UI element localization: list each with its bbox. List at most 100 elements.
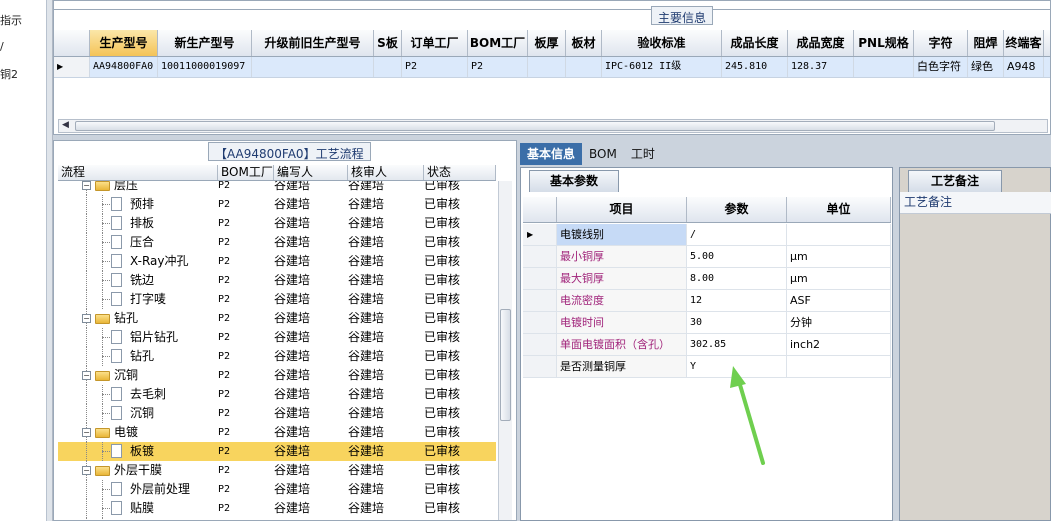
tab-bom[interactable]: BOM — [582, 143, 624, 165]
tab-work-hours[interactable]: 工时 — [624, 143, 662, 165]
main-grid-row[interactable]: ▶ AA94800FA0 10011000019097 P2 P2 IPC-6012 II… — [54, 57, 1050, 78]
collapse-icon[interactable]: − — [82, 466, 91, 475]
col-item[interactable]: 项目 — [557, 197, 687, 222]
process-row[interactable]: 压合 P2 谷建培 谷建培 已审核 — [58, 233, 496, 252]
process-row[interactable]: − 外层干膜 P2 谷建培 谷建培 已审核 — [58, 461, 496, 480]
params-row[interactable]: 是否测量铜厚 Y — [523, 356, 891, 378]
process-row[interactable]: − 电镀 P2 谷建培 谷建培 已审核 — [58, 423, 496, 442]
main-cell-12[interactable]: 白色字符 — [914, 57, 968, 77]
process-row[interactable]: 去毛刺 P2 谷建培 谷建培 已审核 — [58, 385, 496, 404]
scroll-left-icon[interactable]: ◀ — [62, 120, 69, 130]
param-unit: μm — [787, 268, 891, 289]
main-col-7[interactable]: 板材 — [566, 30, 602, 56]
process-writer-cell: 谷建培 — [274, 406, 311, 420]
main-col-13[interactable]: 阻焊 — [968, 30, 1004, 56]
process-flow-cell: 铝片钻孔 — [58, 328, 218, 347]
main-col-14[interactable]: 终端客 — [1004, 30, 1044, 56]
param-value[interactable]: 30 — [687, 312, 787, 333]
main-col-6[interactable]: 板厚 — [528, 30, 566, 56]
param-value[interactable]: 12 — [687, 290, 787, 311]
main-cell-4[interactable]: P2 — [402, 57, 468, 77]
main-col-9[interactable]: 成品长度 — [722, 30, 788, 56]
process-reviewer-cell: 谷建培 — [348, 292, 385, 306]
main-cell-5[interactable]: P2 — [468, 57, 528, 77]
process-reviewer-cell: 谷建培 — [348, 197, 385, 211]
col-flow[interactable]: 流程 — [58, 165, 218, 180]
params-row[interactable]: 单面电镀面积（含孔） 302.85 inch2 — [523, 334, 891, 356]
param-value[interactable]: Y — [687, 356, 787, 377]
main-cell-7[interactable] — [566, 57, 602, 77]
process-row[interactable]: X-Ray冲孔 P2 谷建培 谷建培 已审核 — [58, 252, 496, 271]
param-value[interactable]: / — [687, 224, 787, 245]
scroll-thumb[interactable] — [75, 121, 995, 131]
main-col-1[interactable]: 新生产型号 — [158, 30, 252, 56]
main-cell-0[interactable]: AA94800FA0 — [90, 57, 158, 77]
col-unit[interactable]: 单位 — [787, 197, 891, 222]
tab-basic-info[interactable]: 基本信息 — [520, 143, 583, 165]
col-writer[interactable]: 编写人 — [274, 165, 348, 180]
main-cell-13[interactable]: 绿色 — [968, 57, 1004, 77]
process-row[interactable]: 贴膜 P2 谷建培 谷建培 已审核 — [58, 499, 496, 518]
main-cell-3[interactable] — [374, 57, 402, 77]
param-value[interactable]: 8.00 — [687, 268, 787, 289]
remarks-panel: 工艺备注 工艺备注 — [899, 167, 1051, 521]
process-row[interactable]: 外层前处理 P2 谷建培 谷建培 已审核 — [58, 480, 496, 499]
process-row[interactable]: − 层压 P2 谷建培 谷建培 已审核 — [58, 181, 496, 195]
main-cell-1[interactable]: 10011000019097 — [158, 57, 252, 77]
main-cell-8[interactable]: IPC-6012 II级 — [602, 57, 722, 77]
process-row[interactable]: 排板 P2 谷建培 谷建培 已审核 — [58, 214, 496, 233]
main-col-2[interactable]: 升级前旧生产型号 — [252, 30, 374, 56]
col-reviewer[interactable]: 核审人 — [348, 165, 424, 180]
collapse-icon[interactable]: − — [82, 371, 91, 380]
main-col-5[interactable]: BOM工厂 — [468, 30, 528, 56]
main-col-12[interactable]: 字符 — [914, 30, 968, 56]
scroll-thumb[interactable] — [500, 309, 511, 421]
param-value[interactable]: 5.00 — [687, 246, 787, 267]
main-cell-10[interactable]: 128.37 — [788, 57, 854, 77]
main-col-3[interactable]: S板 — [374, 30, 402, 56]
main-cell-2[interactable] — [252, 57, 374, 77]
process-row[interactable]: 铣边 P2 谷建培 谷建培 已审核 — [58, 271, 496, 290]
param-value[interactable]: 302.85 — [687, 334, 787, 355]
main-cell-6[interactable] — [528, 57, 566, 77]
params-row[interactable]: 最小铜厚 5.00 μm — [523, 246, 891, 268]
process-row[interactable]: 沉铜 P2 谷建培 谷建培 已审核 — [58, 404, 496, 423]
process-row[interactable]: 钻孔 P2 谷建培 谷建培 已审核 — [58, 347, 496, 366]
params-row[interactable]: 最大铜厚 8.00 μm — [523, 268, 891, 290]
collapse-icon[interactable]: − — [82, 181, 91, 190]
nav-text-3[interactable]: 铜2 — [0, 66, 18, 82]
tab-process-remarks[interactable]: 工艺备注 — [908, 170, 1002, 192]
main-col-10[interactable]: 成品宽度 — [788, 30, 854, 56]
main-col-0[interactable]: 生产型号 — [90, 30, 158, 56]
col-status[interactable]: 状态 — [424, 165, 496, 180]
main-cell-9[interactable]: 245.810 — [722, 57, 788, 77]
collapse-icon[interactable]: − — [82, 428, 91, 437]
process-writer-cell: 谷建培 — [274, 425, 311, 439]
params-row[interactable]: ▶ 电镀线别 / — [523, 224, 891, 246]
process-row[interactable]: 板镀 P2 谷建培 谷建培 已审核 — [58, 442, 496, 461]
main-col-11[interactable]: PNL规格 — [854, 30, 914, 56]
process-row[interactable]: − 钻孔 P2 谷建培 谷建培 已审核 — [58, 309, 496, 328]
col-param[interactable]: 参数 — [687, 197, 787, 222]
main-cell-11[interactable] — [854, 57, 914, 77]
col-bom-factory[interactable]: BOM工厂 — [218, 165, 274, 180]
params-row[interactable]: 电流密度 12 ASF — [523, 290, 891, 312]
params-row[interactable]: 电镀时间 30 分钟 — [523, 312, 891, 334]
tab-basic-params[interactable]: 基本参数 — [529, 170, 619, 192]
process-writer-cell: 谷建培 — [274, 181, 311, 192]
process-row[interactable]: − 沉铜 P2 谷建培 谷建培 已审核 — [58, 366, 496, 385]
collapse-icon[interactable]: − — [82, 314, 91, 323]
main-col-8[interactable]: 验收标准 — [602, 30, 722, 56]
process-vertical-scrollbar[interactable] — [498, 181, 512, 520]
process-reviewer-cell: 谷建培 — [348, 181, 385, 192]
process-row[interactable]: 预排 P2 谷建培 谷建培 已审核 — [58, 195, 496, 214]
process-row[interactable]: 打字唛 P2 谷建培 谷建培 已审核 — [58, 290, 496, 309]
nav-text-2[interactable]: / — [0, 40, 4, 53]
main-col-4[interactable]: 订单工厂 — [402, 30, 468, 56]
nav-text-1[interactable]: 指示 — [0, 12, 22, 28]
main-cell-14[interactable]: A948 — [1004, 57, 1044, 77]
process-row[interactable]: 铝片钻孔 P2 谷建培 谷建培 已审核 — [58, 328, 496, 347]
process-flow-cell: 铣边 — [58, 271, 218, 290]
process-flow-cell: 沉铜 — [58, 404, 218, 423]
horizontal-scrollbar[interactable]: ◀ — [58, 119, 1048, 133]
